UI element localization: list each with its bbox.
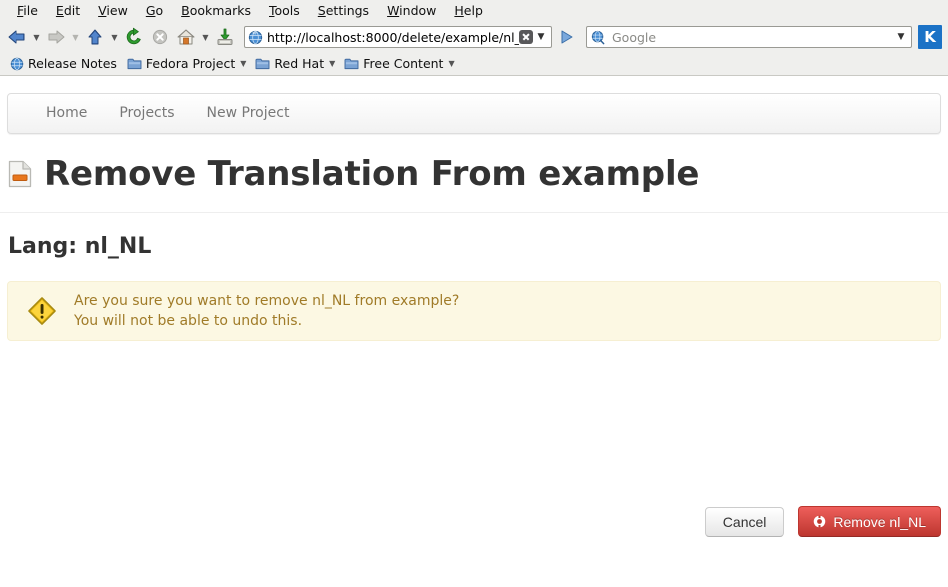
- site-navbar: Home Projects New Project: [7, 93, 941, 134]
- cancel-button[interactable]: Cancel: [704, 506, 785, 537]
- chevron-down-icon[interactable]: ▼: [448, 59, 458, 68]
- alert-line-2: You will not be able to undo this.: [74, 313, 303, 329]
- ban-circle-icon: [813, 515, 826, 528]
- folder-icon: [127, 58, 142, 70]
- bookmark-label: Fedora Project: [145, 56, 236, 71]
- up-history-caret[interactable]: ▼: [108, 24, 121, 50]
- search-bar[interactable]: Google ▼: [586, 26, 912, 48]
- bookmark-free-content[interactable]: Free Content: [339, 52, 448, 76]
- chevron-down-icon[interactable]: ▼: [533, 32, 549, 42]
- bookmark-release-notes[interactable]: Release Notes: [5, 52, 122, 76]
- page-title: Remove Translation From example: [7, 154, 941, 194]
- chevron-down-icon[interactable]: ▼: [240, 59, 250, 68]
- kde-logo-icon: K: [918, 25, 942, 49]
- bookmark-label: Free Content: [363, 56, 444, 71]
- title-divider: [0, 212, 948, 213]
- kde-logo-letter: K: [924, 28, 936, 46]
- folder-icon: [255, 58, 270, 70]
- action-buttons: Cancel Remove nl_NL: [704, 506, 941, 537]
- stop-button: [147, 24, 173, 50]
- forward-history-caret: ▼: [72, 32, 79, 42]
- reload-button[interactable]: [121, 24, 147, 50]
- search-input[interactable]: Google: [612, 30, 893, 45]
- menu-item-view[interactable]: View: [89, 0, 137, 22]
- menu-item-tools[interactable]: Tools: [260, 0, 309, 22]
- stop-icon: [152, 29, 168, 45]
- page-title-text: Remove Translation From example: [44, 154, 700, 194]
- up-arrow-icon: [88, 29, 102, 45]
- page-content: Home Projects New Project Remove Transla…: [0, 93, 948, 587]
- remove-button[interactable]: Remove nl_NL: [798, 506, 941, 537]
- menu-item-settings[interactable]: Settings: [309, 0, 378, 22]
- forward-arrow-icon: [48, 30, 65, 44]
- search-globe-icon: [591, 30, 605, 44]
- warning-alert: Are you sure you want to remove nl_NL fr…: [7, 281, 941, 341]
- chevron-down-icon[interactable]: ▼: [893, 32, 909, 42]
- nav-link-new-project[interactable]: New Project: [191, 94, 306, 133]
- url-bar[interactable]: http://localhost:8000/delete/example/nl_…: [244, 26, 552, 48]
- downloads-button[interactable]: [212, 24, 238, 50]
- home-icon: [177, 29, 195, 45]
- back-history-caret[interactable]: ▼: [30, 24, 43, 50]
- menu-item-go[interactable]: Go: [137, 0, 172, 22]
- url-text[interactable]: http://localhost:8000/delete/example/nl_: [267, 30, 519, 45]
- reload-icon: [126, 27, 141, 45]
- menu-item-file[interactable]: FFileile: [8, 0, 47, 22]
- alert-message: Are you sure you want to remove nl_NL fr…: [74, 291, 459, 331]
- home-button[interactable]: [173, 24, 199, 50]
- menu-item-edit[interactable]: Edit: [47, 0, 89, 22]
- go-arrow-icon: [561, 30, 573, 44]
- document-remove-icon: [8, 160, 32, 188]
- browser-chrome: FFileile Edit View Go Bookmarks Tools Se…: [0, 0, 948, 76]
- globe-icon: [248, 30, 263, 44]
- browser-toolbar: ▼ ▼ ▼ ▼ http://localhost:8000/delete/exa…: [0, 22, 948, 52]
- go-button[interactable]: [556, 24, 578, 50]
- bookmark-label: Red Hat: [274, 56, 325, 71]
- globe-icon: [10, 57, 24, 70]
- back-button[interactable]: [4, 24, 30, 50]
- lang-heading: Lang: nl_NL: [8, 234, 152, 259]
- clear-text-icon[interactable]: [519, 30, 533, 44]
- chevron-down-icon[interactable]: ▼: [329, 59, 339, 68]
- back-arrow-icon: [8, 30, 25, 44]
- download-icon: [217, 28, 233, 45]
- alert-line-1: Are you sure you want to remove nl_NL fr…: [74, 293, 460, 309]
- menu-item-bookmarks[interactable]: Bookmarks: [172, 0, 260, 22]
- nav-link-projects[interactable]: Projects: [103, 94, 190, 133]
- forward-button[interactable]: [43, 24, 69, 50]
- remove-button-label: Remove nl_NL: [833, 513, 926, 530]
- nav-link-home[interactable]: Home: [30, 94, 103, 133]
- bookmark-red-hat[interactable]: Red Hat: [250, 52, 329, 76]
- bookmarks-bar: Release Notes Fedora Project ▼ Red Hat ▼…: [0, 52, 948, 76]
- warning-icon: [26, 295, 58, 327]
- up-button[interactable]: [82, 24, 108, 50]
- menu-bar: FFileile Edit View Go Bookmarks Tools Se…: [0, 0, 948, 22]
- menu-item-window[interactable]: Window: [378, 0, 445, 22]
- home-menu-caret[interactable]: ▼: [199, 24, 212, 50]
- bookmark-fedora-project[interactable]: Fedora Project: [122, 52, 240, 76]
- folder-icon: [344, 58, 359, 70]
- bookmark-label: Release Notes: [28, 56, 117, 71]
- menu-item-help[interactable]: Help: [445, 0, 492, 22]
